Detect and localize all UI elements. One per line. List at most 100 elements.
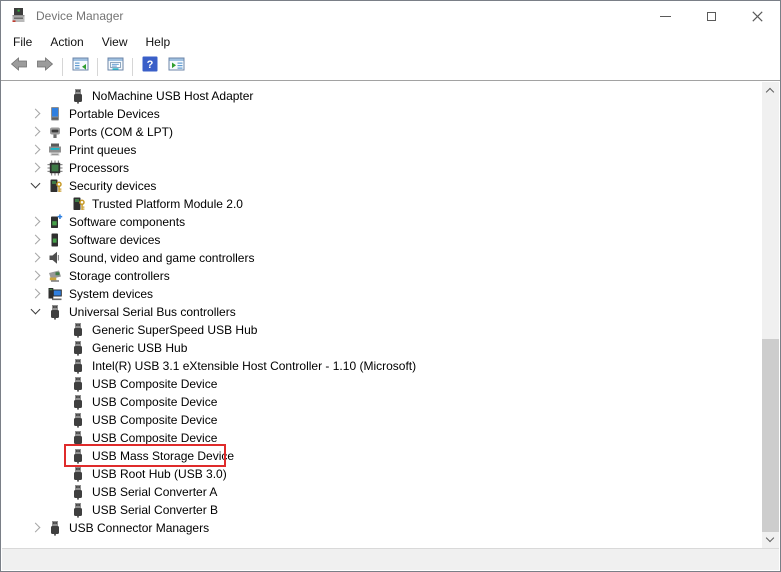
- menu-item-view[interactable]: View: [93, 31, 137, 53]
- chevron-down-icon[interactable]: [31, 181, 40, 190]
- menu-item-help[interactable]: Help: [137, 31, 180, 53]
- toolbar-separator: [62, 58, 63, 76]
- forward-arrow-icon: [36, 56, 54, 77]
- back-arrow-button[interactable]: [7, 56, 31, 78]
- tree-item-label: USB Connector Managers: [67, 521, 211, 535]
- minimize-icon: [660, 16, 671, 17]
- sound-icon: [47, 250, 63, 266]
- chevron-right-icon[interactable]: [31, 289, 40, 298]
- scroll-down-button[interactable]: [762, 531, 779, 548]
- toolbar: ?: [1, 53, 780, 81]
- tree-item-label: System devices: [67, 287, 155, 301]
- menu-item-action[interactable]: Action: [41, 31, 92, 53]
- chevron-right-icon[interactable]: [31, 235, 40, 244]
- chevron-right-icon[interactable]: [31, 523, 40, 532]
- minimize-button[interactable]: [642, 1, 688, 31]
- properties-button[interactable]: [103, 56, 127, 78]
- security-device-icon: [70, 196, 86, 212]
- forward-arrow-button[interactable]: [33, 56, 57, 78]
- chevron-right-icon[interactable]: [31, 163, 40, 172]
- menu-item-file[interactable]: File: [4, 31, 41, 53]
- usb-icon: [70, 430, 86, 446]
- properties-icon: [107, 56, 124, 77]
- tree-item[interactable]: Universal Serial Bus controllers: [2, 303, 779, 321]
- tree-item-label: Intel(R) USB 3.1 eXtensible Host Control…: [90, 359, 418, 373]
- title-bar: Device Manager: [1, 1, 780, 31]
- usb-icon: [70, 88, 86, 104]
- usb-icon: [47, 304, 63, 320]
- show-console-tree-icon: [72, 56, 89, 77]
- toolbar-separator: [132, 58, 133, 76]
- show-action-pane-button[interactable]: [164, 56, 188, 78]
- scroll-up-button[interactable]: [762, 82, 779, 99]
- usb-icon: [70, 466, 86, 482]
- maximize-icon: [707, 12, 716, 21]
- tree-item[interactable]: Trusted Platform Module 2.0: [2, 195, 779, 213]
- software-device-icon: [47, 232, 63, 248]
- usb-icon: [47, 520, 63, 536]
- tree-item[interactable]: USB Composite Device: [2, 375, 779, 393]
- chevron-right-icon[interactable]: [31, 127, 40, 136]
- tree-item[interactable]: Intel(R) USB 3.1 eXtensible Host Control…: [2, 357, 779, 375]
- help-button[interactable]: ?: [138, 56, 162, 78]
- chevron-right-icon[interactable]: [31, 217, 40, 226]
- usb-icon: [70, 340, 86, 356]
- tree-item-label: Print queues: [67, 143, 138, 157]
- svg-text:?: ?: [147, 59, 154, 71]
- chevron-down-icon[interactable]: [31, 307, 40, 316]
- tree-item[interactable]: USB Root Hub (USB 3.0): [2, 465, 779, 483]
- tree-item[interactable]: Security devices: [2, 177, 779, 195]
- chevron-right-icon[interactable]: [31, 271, 40, 280]
- tree-item[interactable]: Storage controllers: [2, 267, 779, 285]
- help-icon: ?: [142, 56, 158, 77]
- tree-item[interactable]: System devices: [2, 285, 779, 303]
- tree-item-label: USB Root Hub (USB 3.0): [90, 467, 229, 481]
- software-component-icon: [47, 214, 63, 230]
- tree-item[interactable]: USB Serial Converter A: [2, 483, 779, 501]
- security-device-icon: [47, 178, 63, 194]
- usb-icon: [70, 394, 86, 410]
- back-arrow-icon: [10, 56, 28, 77]
- tree-item[interactable]: USB Connector Managers: [2, 519, 779, 537]
- tree-item[interactable]: USB Composite Device: [2, 411, 779, 429]
- tree-item[interactable]: Ports (COM & LPT): [2, 123, 779, 141]
- device-tree-panel: NoMachine USB Host Adapter Portable Devi…: [2, 82, 779, 548]
- tree-item-label: Ports (COM & LPT): [67, 125, 175, 139]
- tree-item-label: USB Composite Device: [90, 413, 219, 427]
- tree-item-label: Generic SuperSpeed USB Hub: [90, 323, 259, 337]
- tree-item-label: USB Composite Device: [90, 395, 219, 409]
- chevron-right-icon[interactable]: [31, 145, 40, 154]
- processor-icon: [47, 160, 63, 176]
- toolbar-separator: [97, 58, 98, 76]
- tree-item[interactable]: Print queues: [2, 141, 779, 159]
- printer-icon: [47, 142, 63, 158]
- tree-item-label: USB Serial Converter A: [90, 485, 219, 499]
- scrollbar-thumb[interactable]: [762, 339, 779, 532]
- tree-item[interactable]: USB Mass Storage Device: [2, 447, 779, 465]
- maximize-button[interactable]: [688, 1, 734, 31]
- chevron-right-icon[interactable]: [31, 253, 40, 262]
- tree-item[interactable]: Generic SuperSpeed USB Hub: [2, 321, 779, 339]
- tree-item-label: Portable Devices: [67, 107, 162, 121]
- tree-item[interactable]: Portable Devices: [2, 105, 779, 123]
- tree-item[interactable]: Processors: [2, 159, 779, 177]
- device-tree: NoMachine USB Host Adapter Portable Devi…: [2, 82, 779, 537]
- tree-item[interactable]: Generic USB Hub: [2, 339, 779, 357]
- show-console-tree-button[interactable]: [68, 56, 92, 78]
- vertical-scrollbar[interactable]: [762, 82, 779, 548]
- tree-item[interactable]: Sound, video and game controllers: [2, 249, 779, 267]
- tree-item[interactable]: Software devices: [2, 231, 779, 249]
- tree-item[interactable]: USB Composite Device: [2, 429, 779, 447]
- chevron-right-icon[interactable]: [31, 109, 40, 118]
- tree-item[interactable]: NoMachine USB Host Adapter: [2, 87, 779, 105]
- tree-item-label: USB Mass Storage Device: [90, 449, 236, 463]
- tree-item[interactable]: Software components: [2, 213, 779, 231]
- portable-device-icon: [47, 106, 63, 122]
- tree-item[interactable]: USB Serial Converter B: [2, 501, 779, 519]
- close-button[interactable]: [734, 1, 780, 31]
- tree-item-label: Sound, video and game controllers: [67, 251, 256, 265]
- tree-item-label: USB Composite Device: [90, 431, 219, 445]
- tree-item[interactable]: USB Composite Device: [2, 393, 779, 411]
- tree-item-label: USB Composite Device: [90, 377, 219, 391]
- show-action-pane-icon: [168, 56, 185, 77]
